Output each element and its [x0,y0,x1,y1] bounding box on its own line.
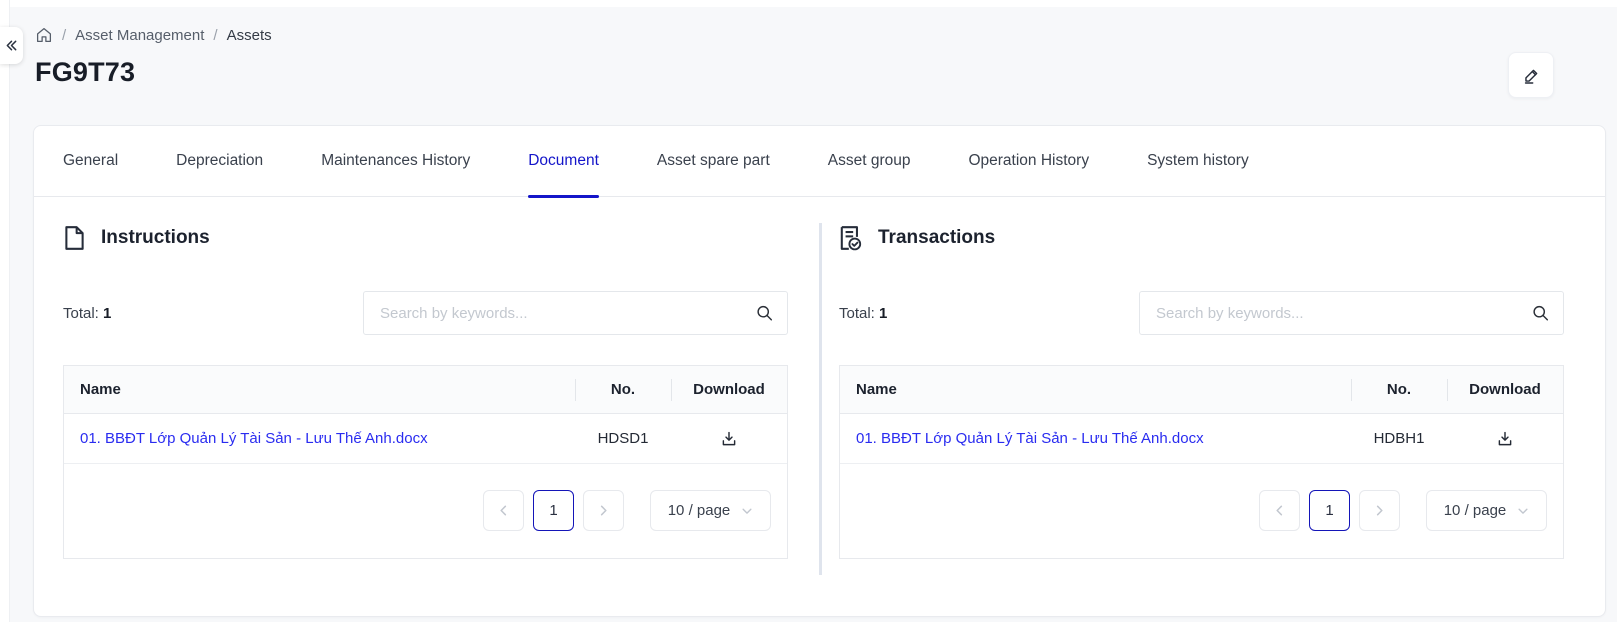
document-link[interactable]: 01. BBĐT Lớp Quản Lý Tài Sản - Lưu Thế A… [80,430,428,447]
instructions-table: Name No. Download 01. BBĐT Lớp Quản Lý T… [63,365,788,559]
home-icon[interactable] [35,26,53,44]
breadcrumb-item-asset-management[interactable]: Asset Management [75,27,204,44]
table-row: 01. BBĐT Lớp Quản Lý Tài Sản - Lưu Thế A… [64,414,787,464]
edit-asset-button[interactable] [1508,52,1554,98]
total-count: Total: 1 [63,305,111,322]
document-tab-content: Instructions Total: 1 N [34,197,1605,605]
total-value: 1 [879,305,887,322]
instructions-panel-header: Instructions [63,225,788,251]
page-title: FG9T73 [35,57,272,88]
tab-system-history[interactable]: System history [1147,126,1249,197]
total-value: 1 [103,305,111,322]
page-number-button[interactable]: 1 [1309,490,1350,531]
column-header-name: Name [840,381,1351,398]
page-size-value: 10 / page [668,502,731,519]
file-icon [63,225,86,251]
column-header-download: Download [671,381,787,398]
tab-operation-history[interactable]: Operation History [968,126,1089,197]
instructions-controls: Total: 1 [63,291,788,335]
breadcrumb-separator: / [62,27,66,44]
next-page-button[interactable] [583,490,624,531]
chevron-left-icon [1273,504,1286,517]
chevron-right-icon [597,504,610,517]
page-size-value: 10 / page [1444,502,1507,519]
column-header-no: No. [575,381,671,398]
total-label: Total: [839,305,875,322]
download-icon[interactable] [1496,430,1514,448]
chevron-left-icon [497,504,510,517]
search-icon[interactable] [1532,305,1549,322]
page-number-button[interactable]: 1 [533,490,574,531]
prev-page-button[interactable] [483,490,524,531]
document-no: HDBH1 [1374,430,1425,447]
transactions-panel: Transactions Total: 1 N [839,223,1564,575]
panel-title: Transactions [878,227,995,249]
top-edge [0,0,1617,7]
transactions-search [1139,291,1564,335]
collapsed-sidebar-edge [0,0,10,622]
prev-page-button[interactable] [1259,490,1300,531]
edit-pencil-icon [1522,66,1541,85]
total-count: Total: 1 [839,305,887,322]
instructions-panel: Instructions Total: 1 N [63,223,788,575]
search-input[interactable] [1139,291,1564,335]
instructions-search [363,291,788,335]
asset-detail-card: General Depreciation Maintenances Histor… [33,125,1606,617]
table-header: Name No. Download [840,366,1563,414]
column-header-name: Name [64,381,575,398]
page-size-select[interactable]: 10 / page [650,490,771,531]
tab-asset-group[interactable]: Asset group [828,126,911,197]
panel-title: Instructions [101,227,210,249]
chevron-right-icon [1373,504,1386,517]
document-link[interactable]: 01. BBĐT Lớp Quản Lý Tài Sản - Lưu Thế A… [856,430,1204,447]
breadcrumb-separator: / [213,27,217,44]
table-header: Name No. Download [64,366,787,414]
column-header-no: No. [1351,381,1447,398]
download-icon[interactable] [720,430,738,448]
transactions-controls: Total: 1 [839,291,1564,335]
page-header: / Asset Management / Assets FG9T73 [35,26,272,88]
chevron-down-icon [1517,505,1529,517]
chevron-down-icon [741,505,753,517]
tab-general[interactable]: General [63,126,118,197]
tab-depreciation[interactable]: Depreciation [176,126,263,197]
table-row: 01. BBĐT Lớp Quản Lý Tài Sản - Lưu Thế A… [840,414,1563,464]
page-size-select[interactable]: 10 / page [1426,490,1547,531]
tab-document[interactable]: Document [528,126,599,197]
transactions-panel-header: Transactions [839,225,1564,251]
transactions-pagination: 1 10 / page [840,464,1563,558]
panel-divider [819,223,822,575]
tab-maintenances-history[interactable]: Maintenances History [321,126,470,197]
search-icon[interactable] [756,305,773,322]
transactions-table: Name No. Download 01. BBĐT Lớp Quản Lý T… [839,365,1564,559]
column-header-download: Download [1447,381,1563,398]
tab-bar: General Depreciation Maintenances Histor… [34,126,1605,197]
sidebar-collapse-button[interactable] [0,27,23,64]
double-chevron-left-icon [4,38,19,53]
breadcrumb-item-assets[interactable]: Assets [227,27,272,44]
search-input[interactable] [363,291,788,335]
next-page-button[interactable] [1359,490,1400,531]
total-label: Total: [63,305,99,322]
instructions-pagination: 1 10 / page [64,464,787,558]
file-check-icon [839,225,863,251]
document-no: HDSD1 [598,430,649,447]
tab-asset-spare-part[interactable]: Asset spare part [657,126,770,197]
breadcrumb: / Asset Management / Assets [35,26,272,44]
